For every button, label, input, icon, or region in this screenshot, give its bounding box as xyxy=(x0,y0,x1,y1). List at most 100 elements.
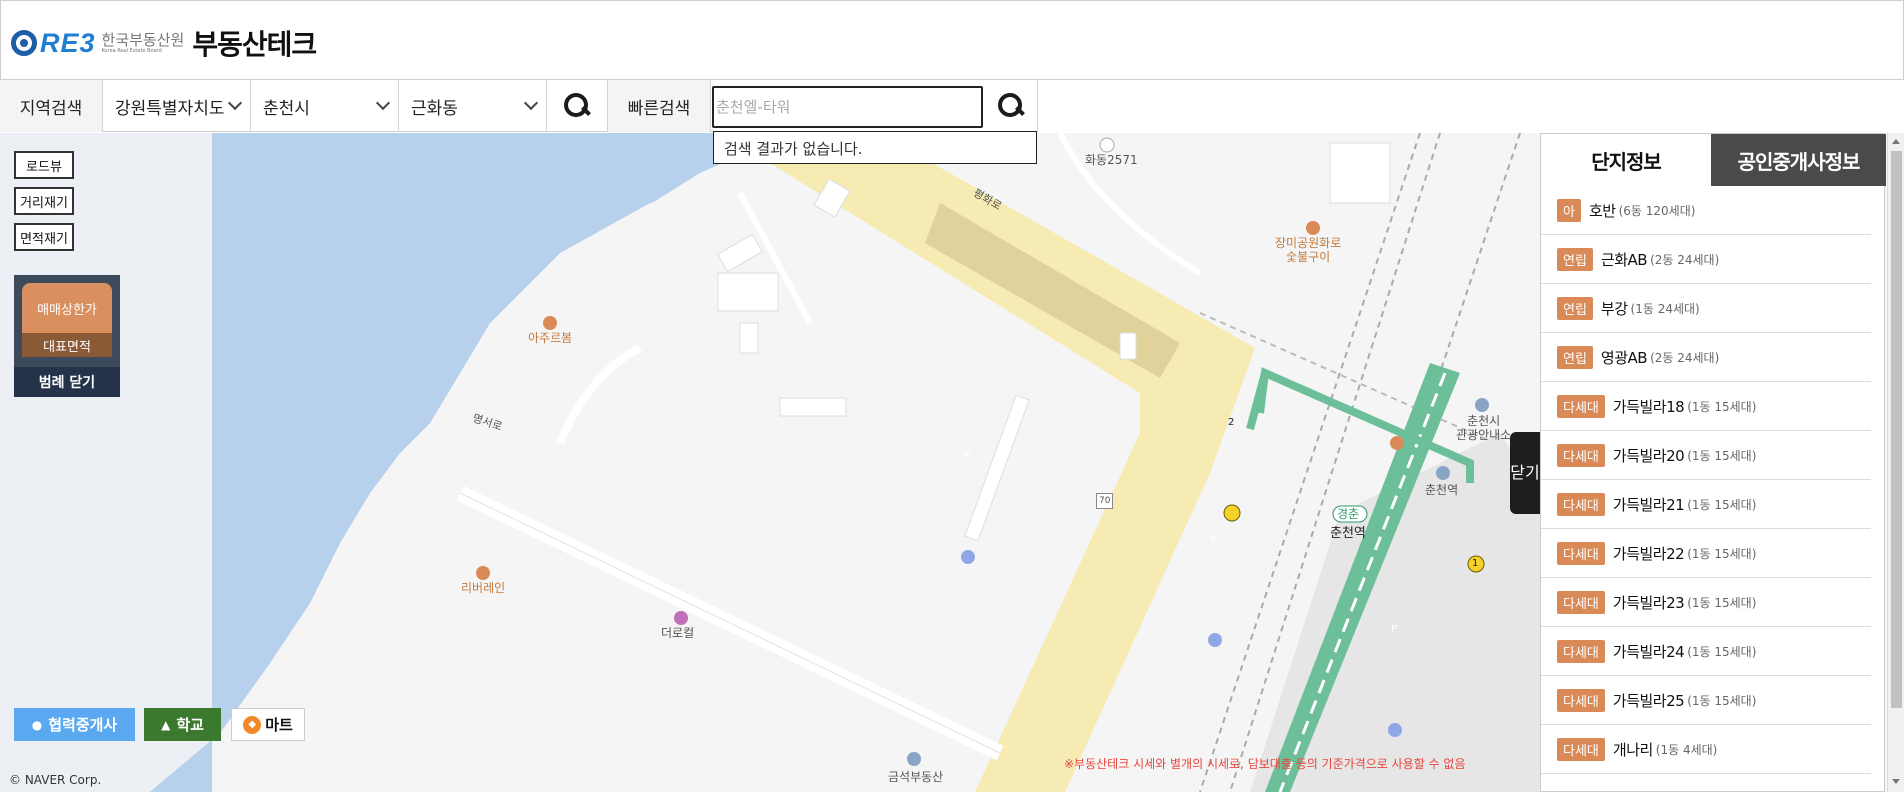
complex-name: 가득빌라20 xyxy=(1612,446,1685,465)
complex-detail: (2동 24세대) xyxy=(1650,350,1720,365)
station-exit-label: 2 xyxy=(1228,417,1235,428)
cart-icon: ◆ xyxy=(243,715,262,734)
poi-label[interactable]: 춘천시 관광안내소 xyxy=(1456,414,1511,442)
list-item[interactable]: 다세대 가득빌라21 (1동 15세대) xyxy=(1541,480,1871,529)
logo-org-name: 한국부동산원 xyxy=(101,30,185,49)
logo-text: RE3 xyxy=(40,27,96,58)
logo-org: 한국부동산원 Korea Real Estate Board xyxy=(102,32,185,55)
poi-label[interactable]: 금석부동산 xyxy=(888,770,943,784)
scroll-up-icon[interactable] xyxy=(1892,139,1900,144)
complex-detail: (1동 15세대) xyxy=(1687,546,1757,561)
quick-search-button[interactable] xyxy=(984,80,1038,132)
tab-complex-info[interactable]: 단지정보 xyxy=(1541,134,1711,186)
poi-label[interactable]: 아주르봄 xyxy=(528,331,572,345)
route-number-label: 70 xyxy=(1096,493,1114,509)
complex-name: 가득빌라18 xyxy=(1612,397,1685,416)
complex-detail: (1동 15세대) xyxy=(1687,448,1757,463)
map-copyright: © NAVER Corp. xyxy=(9,773,102,787)
city-value: 춘천시 xyxy=(263,98,310,119)
parking-icon[interactable]: P xyxy=(964,450,970,464)
type-badge: 연립 xyxy=(1557,345,1593,369)
chevron-down-icon xyxy=(523,95,539,111)
logo-org-name-en: Korea Real Estate Board xyxy=(101,47,162,54)
search-no-result: 검색 결과가 없습니다. xyxy=(713,131,1037,164)
panel-scrollbar[interactable] xyxy=(1887,133,1904,792)
complex-name: 호반 xyxy=(1588,201,1616,220)
complex-detail: (1동 15세대) xyxy=(1687,595,1757,610)
complex-name: 가득빌라24 xyxy=(1612,642,1685,661)
brand-title: 부동산테크 xyxy=(192,28,317,61)
mart-label: 마트 xyxy=(265,716,293,734)
region-search-label: 지역검색 xyxy=(0,80,103,132)
poi-label[interactable]: 리버레인 xyxy=(461,581,505,595)
complex-list: 아 호반 (6동 120세대) 연립 근화AB (2동 24세대) 연립 부강 (1동 24… xyxy=(1541,186,1871,774)
search-icon xyxy=(564,93,590,119)
province-select[interactable]: 강원특별자치도 xyxy=(103,80,251,132)
list-item[interactable]: 다세대 가득빌라18 (1동 15세대) xyxy=(1541,382,1871,431)
complex-detail: (1동 15세대) xyxy=(1687,399,1757,414)
complex-detail: (1동 15세대) xyxy=(1687,497,1757,512)
site-logo[interactable]: RE3 한국부동산원 Korea Real Estate Board 부동산테크 xyxy=(11,23,317,63)
scrollbar-thumb[interactable] xyxy=(1891,151,1902,708)
complex-name: 가득빌라22 xyxy=(1612,544,1685,563)
list-item[interactable]: 다세대 가득빌라22 (1동 15세대) xyxy=(1541,529,1871,578)
area-button[interactable]: 면적재기 xyxy=(14,223,74,251)
complex-name: 개나리 xyxy=(1612,740,1653,759)
complex-detail: (6동 120세대) xyxy=(1618,203,1696,218)
type-badge: 연립 xyxy=(1557,296,1593,320)
distance-button[interactable]: 거리재기 xyxy=(14,187,74,215)
complex-name: 근화AB xyxy=(1600,250,1648,269)
parking-icon[interactable]: P xyxy=(1211,533,1217,547)
complex-panel: 단지정보 공인중개사정보 아 호반 (6동 120세대) 연립 근화AB (2동 24세… xyxy=(1540,133,1886,792)
panel-close-tab[interactable]: 닫기 xyxy=(1510,432,1540,514)
list-item[interactable]: 다세대 가득빌라23 (1동 15세대) xyxy=(1541,578,1871,627)
type-badge: 다세대 xyxy=(1557,541,1605,565)
list-item[interactable]: 다세대 가득빌라25 (1동 15세대) xyxy=(1541,676,1871,725)
school-toggle-button[interactable]: ▲ 학교 xyxy=(144,708,221,741)
region-search-button[interactable] xyxy=(547,80,608,132)
legend-close-button[interactable]: 범례 닫기 xyxy=(14,367,120,397)
station-exit-label: 1 xyxy=(1472,558,1479,569)
type-badge: 아 xyxy=(1557,198,1581,222)
panel-tabs: 단지정보 공인중개사정보 xyxy=(1541,134,1886,186)
legend-area: 대표면적 xyxy=(22,333,112,357)
price-notice: ※부동산테크 시세와 별개의 시세로, 담보대출 등의 기준가격으로 사용할 수… xyxy=(1064,757,1466,771)
quick-search-input[interactable] xyxy=(712,86,983,128)
list-item[interactable]: 다세대 가득빌라20 (1동 15세대) xyxy=(1541,431,1871,480)
scroll-down-icon[interactable] xyxy=(1892,779,1900,784)
poi-label[interactable]: 춘천역 xyxy=(1330,527,1366,541)
complex-name: 가득빌라23 xyxy=(1612,593,1685,612)
complex-detail: (1동 15세대) xyxy=(1687,693,1757,708)
list-item[interactable]: 다세대 가득빌라24 (1동 15세대) xyxy=(1541,627,1871,676)
poi-label[interactable]: 화동2571 xyxy=(1085,153,1138,167)
person-icon: ● xyxy=(31,717,43,732)
type-badge: 다세대 xyxy=(1557,492,1605,516)
type-badge: 다세대 xyxy=(1557,688,1605,712)
poi-label[interactable]: 장미공원화로 숯불구이 xyxy=(1275,236,1341,264)
tab-agent-info[interactable]: 공인중개사정보 xyxy=(1711,134,1886,186)
agents-toggle-button[interactable]: ● 협력중개사 xyxy=(14,708,135,741)
complex-name: 가득빌라21 xyxy=(1612,495,1685,514)
city-select[interactable]: 춘천시 xyxy=(251,80,399,132)
list-item[interactable]: 연립 영광AB (2동 24세대) xyxy=(1541,333,1871,382)
poi-label[interactable]: 더로컬 xyxy=(661,626,694,640)
complex-detail: (1동 24세대) xyxy=(1630,301,1700,316)
quick-search-label: 빠른검색 xyxy=(608,80,711,132)
school-icon: ▲ xyxy=(161,717,171,732)
dong-select[interactable]: 근화동 xyxy=(399,80,547,132)
complex-name: 부강 xyxy=(1600,299,1628,318)
header: RE3 한국부동산원 Korea Real Estate Board 부동산테크 xyxy=(0,0,1904,80)
list-item[interactable]: 아 호반 (6동 120세대) xyxy=(1541,186,1871,235)
roadview-button[interactable]: 로드뷰 xyxy=(14,151,74,179)
type-badge: 다세대 xyxy=(1557,443,1605,467)
province-value: 강원특별자치도 xyxy=(115,98,225,119)
list-item[interactable]: 다세대 개나리 (1동 4세대) xyxy=(1541,725,1871,774)
type-badge: 다세대 xyxy=(1557,737,1605,761)
complex-detail: (2동 24세대) xyxy=(1650,252,1720,267)
chevron-down-icon xyxy=(375,95,391,111)
list-item[interactable]: 연립 근화AB (2동 24세대) xyxy=(1541,235,1871,284)
mart-toggle-button[interactable]: ◆ 마트 xyxy=(231,708,305,741)
list-item[interactable]: 연립 부강 (1동 24세대) xyxy=(1541,284,1871,333)
poi-label[interactable]: 춘천역 xyxy=(1425,483,1458,497)
parking-icon[interactable]: P xyxy=(1391,623,1397,637)
